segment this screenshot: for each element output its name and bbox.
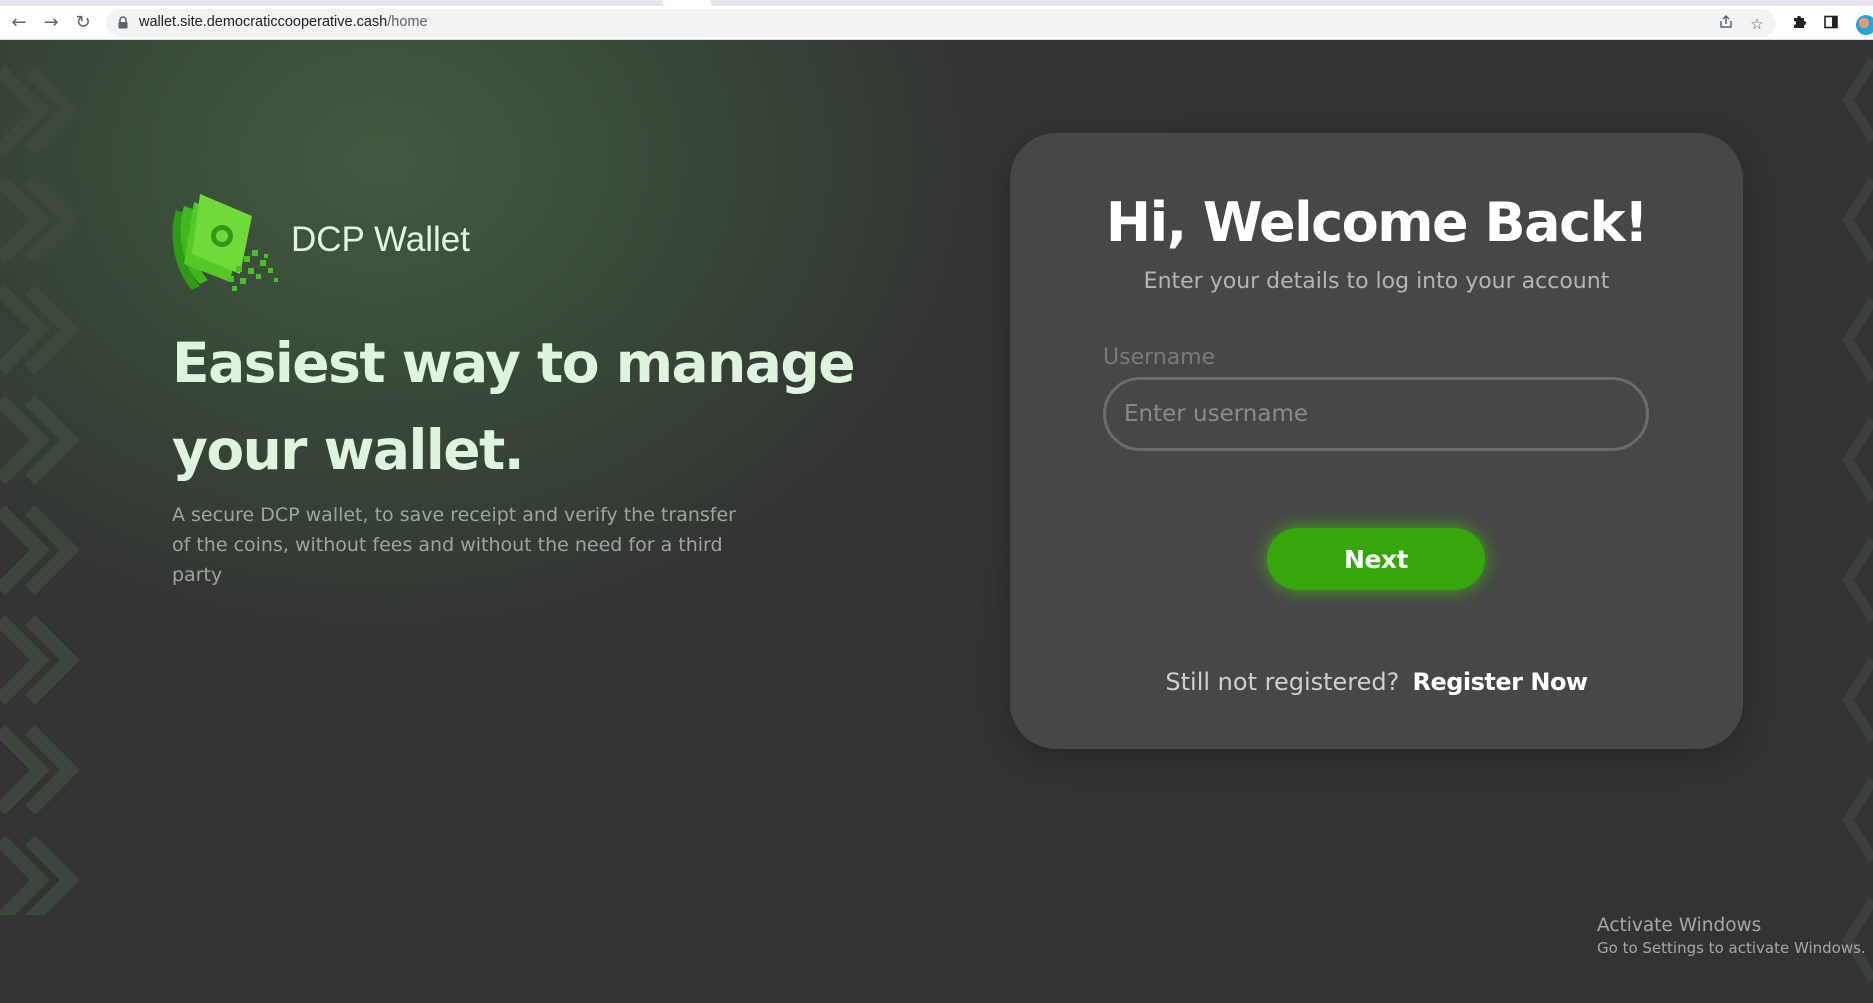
register-row: Still not registered? Register Now	[1010, 668, 1743, 696]
hero-headline: Easiest way to manage your wallet.	[172, 320, 892, 494]
hero-headline-line2: your wallet.	[172, 418, 525, 482]
chevron-pattern-decoration-right	[1842, 57, 1873, 983]
login-title: Hi, Welcome Back!	[1105, 191, 1649, 254]
activate-windows-hint: Go to Settings to activate Windows.	[1597, 939, 1866, 957]
url-text: wallet.site.democraticcooperative.cash/h…	[139, 14, 428, 30]
next-button[interactable]: Next	[1267, 528, 1485, 590]
url-path: /home	[387, 14, 428, 30]
share-icon[interactable]	[1716, 14, 1736, 34]
profile-avatar-icon[interactable]	[1856, 15, 1873, 35]
activate-windows-title: Activate Windows	[1597, 915, 1762, 936]
side-panel-icon[interactable]	[1821, 14, 1841, 34]
brand-name: DCP Wallet	[291, 220, 470, 259]
activate-windows-watermark: Activate Windows Go to Settings to activ…	[1597, 915, 1866, 957]
reload-icon[interactable]: ↻	[70, 10, 96, 36]
extensions-puzzle-icon[interactable]	[1789, 14, 1809, 34]
bookmark-star-icon[interactable]: ☆	[1747, 14, 1767, 34]
back-arrow-icon[interactable]: ←	[6, 10, 32, 36]
forward-arrow-icon[interactable]: →	[38, 10, 64, 36]
username-label: Username	[1103, 345, 1216, 370]
hero-subtext: A secure DCP wallet, to save receipt and…	[172, 504, 736, 586]
hero-headline-line1: Easiest way to manage	[172, 331, 856, 395]
url-host: wallet.site.democraticcooperative.cash	[139, 14, 388, 30]
register-prompt: Still not registered?	[1165, 668, 1400, 696]
address-bar[interactable]: wallet.site.democraticcooperative.cash/h…	[106, 9, 1776, 37]
login-page: DCP Wallet Easiest way to manage your wa…	[0, 40, 1873, 1003]
username-input[interactable]	[1103, 377, 1649, 451]
dcp-wallet-logo-icon	[172, 194, 278, 291]
login-subtitle: Enter your details to log into your acco…	[1143, 269, 1610, 294]
chevron-pattern-decoration	[0, 65, 80, 915]
browser-toolbar: ← → ↻ wallet.site.democraticcooperative.…	[0, 6, 1873, 40]
login-card: Hi, Welcome Back! Enter your details to …	[1010, 133, 1743, 749]
register-now-link[interactable]: Register Now	[1412, 668, 1588, 696]
lock-icon[interactable]	[118, 16, 128, 29]
